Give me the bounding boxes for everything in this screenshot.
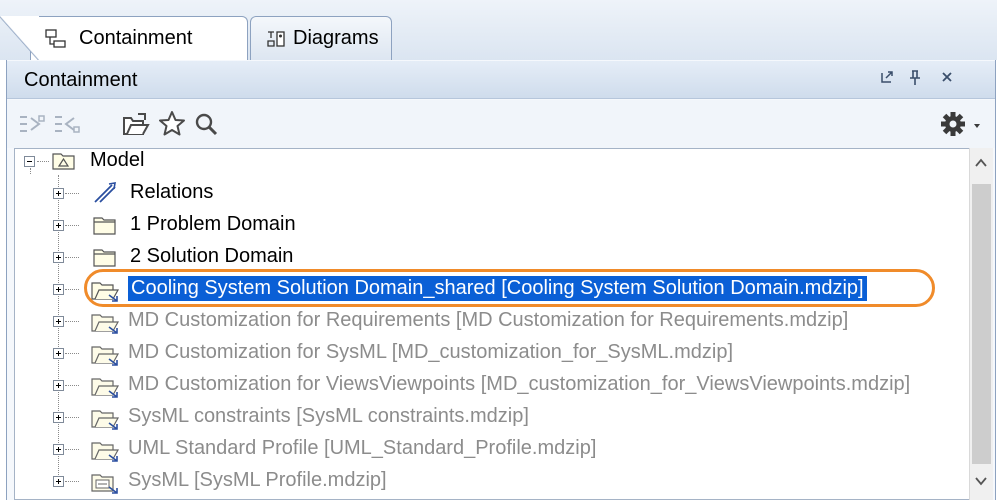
package-icon (92, 213, 118, 242)
expand-all-icon[interactable] (52, 108, 82, 140)
expand-toggle[interactable] (53, 316, 64, 327)
panel-title: Containment (24, 69, 138, 91)
tree-item-label: SysML constraints [SysML constraints.mdz… (128, 405, 529, 427)
tree-connector (65, 289, 79, 290)
package-model-icon (52, 151, 76, 176)
collapse-toggle[interactable] (24, 156, 35, 167)
tab-strip: Containment Diagrams (0, 0, 997, 61)
scroll-up-icon[interactable] (973, 156, 989, 172)
tree-item-label: SysML [SysML Profile.mdzip] (128, 469, 387, 491)
tree-connector (65, 449, 79, 450)
expand-toggle[interactable] (53, 380, 64, 391)
tree-root-label: Model (90, 149, 145, 171)
tree-row[interactable]: MD Customization for ViewsViewpoints [MD… (52, 370, 952, 401)
tree-item-label: UML Standard Profile [UML_Standard_Profi… (128, 437, 597, 459)
tree-connector (65, 193, 79, 194)
diagrams-icon (265, 29, 285, 49)
undock-icon[interactable] (877, 70, 897, 90)
expand-toggle[interactable] (53, 252, 64, 263)
tab-containment-label: Containment (79, 27, 193, 49)
tab-containment[interactable]: Containment (0, 16, 248, 61)
tree-row[interactable]: UML Standard Profile [UML_Standard_Profi… (52, 434, 952, 465)
search-icon[interactable] (191, 108, 221, 140)
tree-item-label: Relations (130, 181, 214, 203)
expand-toggle[interactable] (53, 444, 64, 455)
tree-connector (65, 225, 79, 226)
tree-connector (65, 257, 79, 258)
used-project-icon (90, 309, 120, 340)
tree-item-label: MD Customization for SysML [MD_customiza… (128, 341, 733, 363)
close-icon[interactable] (937, 70, 957, 90)
tree-row[interactable]: 1 Problem Domain (52, 210, 952, 241)
vertical-scrollbar[interactable] (969, 148, 993, 500)
tree-row[interactable]: MD Customization for SysML [MD_customiza… (52, 338, 952, 369)
tree-item-label: MD Customization for Requirements [MD Cu… (128, 309, 849, 331)
tree-row[interactable]: SysML constraints [SysML constraints.mdz… (52, 402, 952, 433)
browser-toolbar (7, 100, 995, 148)
favorites-star-icon[interactable] (157, 108, 187, 140)
open-project-icon[interactable] (121, 108, 151, 140)
tree-connector (65, 353, 79, 354)
scrollbar-thumb[interactable] (972, 184, 991, 464)
used-project-icon (90, 437, 120, 468)
tree-item-label: 1 Problem Domain (130, 213, 296, 235)
expand-toggle[interactable] (53, 188, 64, 199)
containment-tree-icon (45, 29, 66, 49)
expand-toggle[interactable] (53, 476, 64, 487)
used-project-icon (90, 405, 120, 436)
expand-toggle[interactable] (53, 348, 64, 359)
tree-row[interactable]: MD Customization for Requirements [MD Cu… (52, 306, 952, 337)
tree-connector (65, 417, 79, 418)
used-project-icon (90, 373, 120, 404)
pin-icon[interactable] (905, 70, 925, 90)
tree-connector (65, 321, 79, 322)
tree-row[interactable]: SysML [SysML Profile.mdzip] (52, 466, 952, 497)
expand-toggle[interactable] (53, 220, 64, 231)
panel-titlebar: Containment (7, 61, 995, 99)
expand-toggle[interactable] (53, 284, 64, 295)
tree-row[interactable]: Relations (52, 178, 952, 209)
profile-icon (90, 469, 120, 500)
tree-connector (65, 385, 79, 386)
relations-icon (92, 181, 118, 210)
gear-icon[interactable] (937, 108, 983, 140)
expand-toggle[interactable] (53, 412, 64, 423)
tab-diagrams-label: Diagrams (293, 27, 379, 49)
tree-connector (65, 481, 79, 482)
tree-row-root[interactable]: Model (24, 146, 424, 177)
selection-highlight (84, 269, 935, 307)
used-project-icon (90, 341, 120, 372)
tree-item-label: 2 Solution Domain (130, 245, 294, 267)
tab-diagrams[interactable]: Diagrams (250, 16, 392, 60)
tree-item-label: MD Customization for ViewsViewpoints [MD… (128, 373, 911, 395)
scroll-down-icon[interactable] (973, 474, 989, 490)
collapse-all-icon[interactable] (17, 108, 47, 140)
